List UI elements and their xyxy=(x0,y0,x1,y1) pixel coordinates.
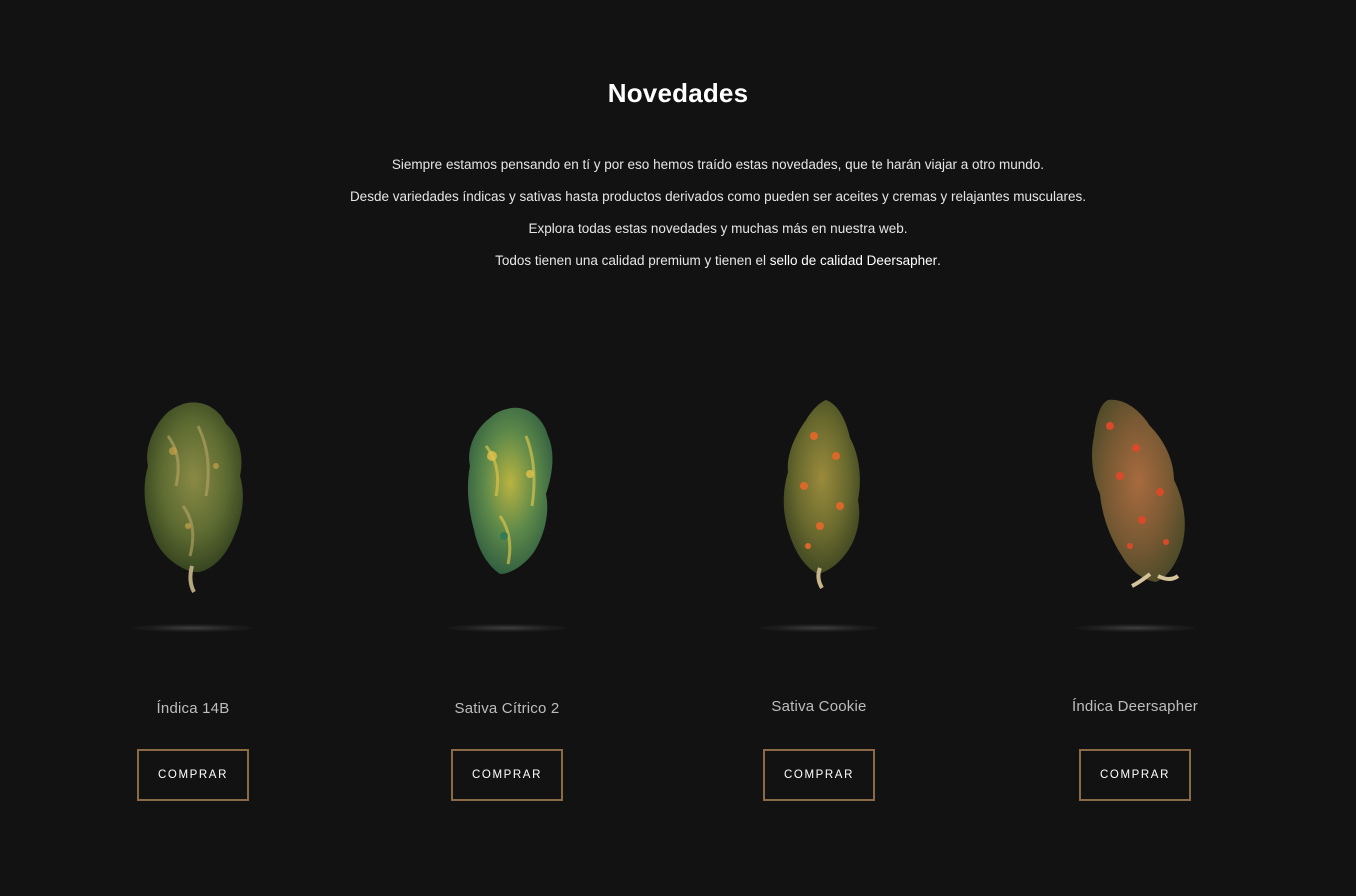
product-name[interactable]: Sativa Cítrico 2 xyxy=(397,700,617,717)
product-image[interactable] xyxy=(128,396,258,596)
intro-line: Siempre estamos pensando en tí y por eso… xyxy=(391,157,1045,172)
section-title: Novedades xyxy=(607,78,749,108)
product-image[interactable] xyxy=(764,396,874,591)
buy-button[interactable]: COMPRAR xyxy=(137,749,249,801)
buy-button[interactable]: COMPRAR xyxy=(763,749,875,801)
product-card: Sativa Cookie COMPRAR xyxy=(709,396,929,856)
product-shadow xyxy=(448,624,566,632)
product-card: Sativa Cítrico 2 COMPRAR xyxy=(397,396,617,856)
quality-seal-text: sello de calidad Deersapher xyxy=(769,253,938,268)
quality-prefix: Todos tienen una calidad premium y tiene… xyxy=(495,253,770,268)
product-image[interactable] xyxy=(1070,396,1200,591)
buy-button[interactable]: COMPRAR xyxy=(1079,749,1191,801)
product-card: Índica 14B COMPRAR xyxy=(83,396,303,856)
quality-suffix: . xyxy=(937,253,941,268)
product-name[interactable]: Sativa Cookie xyxy=(709,698,929,715)
product-card: Índica Deersapher COMPRAR xyxy=(1025,396,1245,856)
intro-line-quality: Todos tienen una calidad premium y tiene… xyxy=(80,245,1356,277)
product-shadow xyxy=(1076,624,1194,632)
product-image[interactable] xyxy=(452,396,562,586)
buy-button[interactable]: COMPRAR xyxy=(451,749,563,801)
intro-line: Desde variedades índicas y sativas hasta… xyxy=(349,189,1087,204)
product-name[interactable]: Índica Deersapher xyxy=(1025,698,1245,715)
intro-line: Explora todas estas novedades y muchas m… xyxy=(528,221,908,236)
intro-text: Siempre estamos pensando en tí y por eso… xyxy=(0,149,1356,277)
product-shadow xyxy=(134,624,252,632)
product-name[interactable]: Índica 14B xyxy=(83,700,303,717)
product-shadow xyxy=(760,624,878,632)
